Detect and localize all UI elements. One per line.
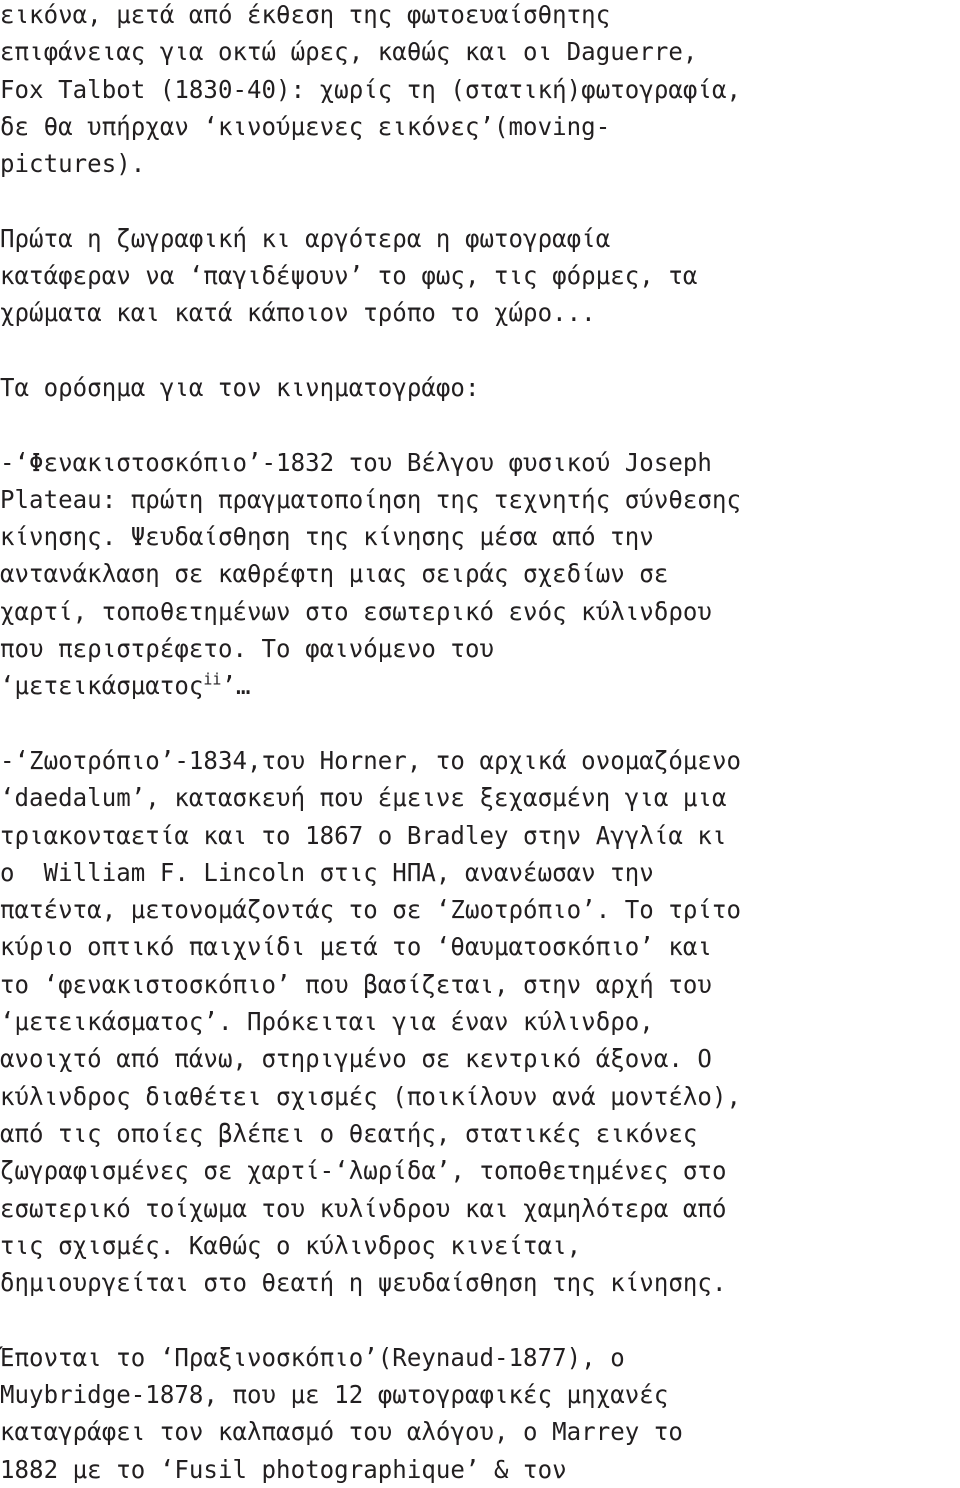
footnote-marker: ii: [203, 670, 222, 689]
text-line: -‘Ζωοτρόπιο’-1834,του Horner, το αρχικά …: [0, 745, 742, 775]
text-line: δε θα υπήρχαν ‘κινούμενες εικόνες’(movin…: [0, 111, 611, 141]
text-line: τις σχισμές. Καθώς ο κύλινδρος κινείται,: [0, 1230, 582, 1260]
paragraph: -‘Φενακιστοσκόπιο’-1832 του Βέλγου φυσικ…: [0, 444, 960, 705]
text-line: κύριο οπτικό παιχνίδι μετά το ‘θαυματοσκ…: [0, 932, 712, 962]
footnote-term: ‘μετεικάσματος: [0, 671, 204, 701]
text-line: δημιουργείται στο θεατή η ψευδαίσθηση τη…: [0, 1268, 727, 1298]
text-line: ζωγραφισμένες σε χαρτί-‘λωρίδα’, τοποθετ…: [0, 1156, 727, 1186]
text-line: επιφάνειας για οκτώ ώρες, καθώς και οι D…: [0, 37, 698, 67]
text-line: 1882 με το ‘Fusil photographique’ & τον: [0, 1454, 567, 1484]
text-line: εσωτερικό τοίχωμα του κυλίνδρου και χαμη…: [0, 1193, 727, 1223]
text-line-with-footnote: ‘μετεικάσματοςii’…: [0, 667, 960, 704]
document-page: εικόνα, μετά από έκθεση της φωτοευαίσθητ…: [0, 0, 960, 1484]
text-line: πατέντα, μετονομάζοντάς το σε ‘Ζωοτρόπιο…: [0, 895, 742, 925]
text-line: Έπονται το ‘Πραξινοσκόπιο’(Reynaud-1877)…: [0, 1342, 625, 1372]
text-line: -‘Φενακιστοσκόπιο’-1832 του Βέλγου φυσικ…: [0, 447, 712, 477]
text-line: Τα ορόσημα για τον κινηματογράφο:: [0, 372, 480, 402]
text-line: τριακονταετία και το 1867 ο Bradley στην…: [0, 820, 727, 850]
text-line: ‘μετεικάσματος’. Πρόκειται για έναν κύλι…: [0, 1007, 654, 1037]
text-line: εικόνα, μετά από έκθεση της φωτοευαίσθητ…: [0, 0, 611, 29]
text-line: Muybridge-1878, που με 12 φωτογραφικές μ…: [0, 1379, 669, 1409]
paragraph: εικόνα, μετά από έκθεση της φωτοευαίσθητ…: [0, 0, 960, 182]
text-line: το ‘φενακιστοσκόπιο’ που βασίζεται, στην…: [0, 969, 712, 999]
footnote-term-suffix: ’…: [221, 671, 251, 701]
text-line: αντανάκλαση σε καθρέφτη μιας σειράς σχεδ…: [0, 559, 669, 589]
document-text-body: εικόνα, μετά από έκθεση της φωτοευαίσθητ…: [0, 0, 960, 1488]
text-line: ανοιχτό από πάνω, στηριγμένο σε κεντρικό…: [0, 1044, 712, 1074]
text-line: κύλινδρος διαθέτει σχισμές (ποικίλουν αν…: [0, 1081, 742, 1111]
paragraph: Τα ορόσημα για τον κινηματογράφο:: [0, 369, 960, 406]
text-line: pictures).: [0, 149, 146, 179]
text-line: Fox Talbot (1830-40): χωρίς τη (στατική)…: [0, 74, 742, 104]
text-line: ο William F. Lincoln στις ΗΠΑ, ανανέωσαν…: [0, 857, 654, 887]
text-line: κίνησης. Ψευδαίσθηση της κίνησης μέσα απ…: [0, 522, 654, 552]
text-line: ‘daedalum’, κατασκευή που έμεινε ξεχασμέ…: [0, 783, 727, 813]
paragraph: Έπονται το ‘Πραξινοσκόπιο’(Reynaud-1877)…: [0, 1339, 960, 1488]
text-line: καταγράφει τον καλπασμό του αλόγου, ο Ma…: [0, 1417, 683, 1447]
text-line: από τις οποίες βλέπει ο θεατής, στατικές…: [0, 1118, 698, 1148]
text-line: χρώματα και κατά κάποιον τρόπο το χώρο..…: [0, 298, 596, 328]
text-line: Plateau: πρώτη πραγματοποίηση της τεχνητ…: [0, 484, 742, 514]
text-line: χαρτί, τοποθετημένων στο εσωτερικό ενός …: [0, 596, 712, 626]
text-line: που περιστρέφετο. Το φαινόμενο του: [0, 634, 495, 664]
paragraph: Πρώτα η ζωγραφική κι αργότερα η φωτογραφ…: [0, 220, 960, 332]
paragraph: -‘Ζωοτρόπιο’-1834,του Horner, το αρχικά …: [0, 742, 960, 1301]
text-line: κατάφεραν να ‘παγιδέψουν’ το φως, τις φό…: [0, 261, 698, 291]
text-line: Πρώτα η ζωγραφική κι αργότερα η φωτογραφ…: [0, 223, 611, 253]
